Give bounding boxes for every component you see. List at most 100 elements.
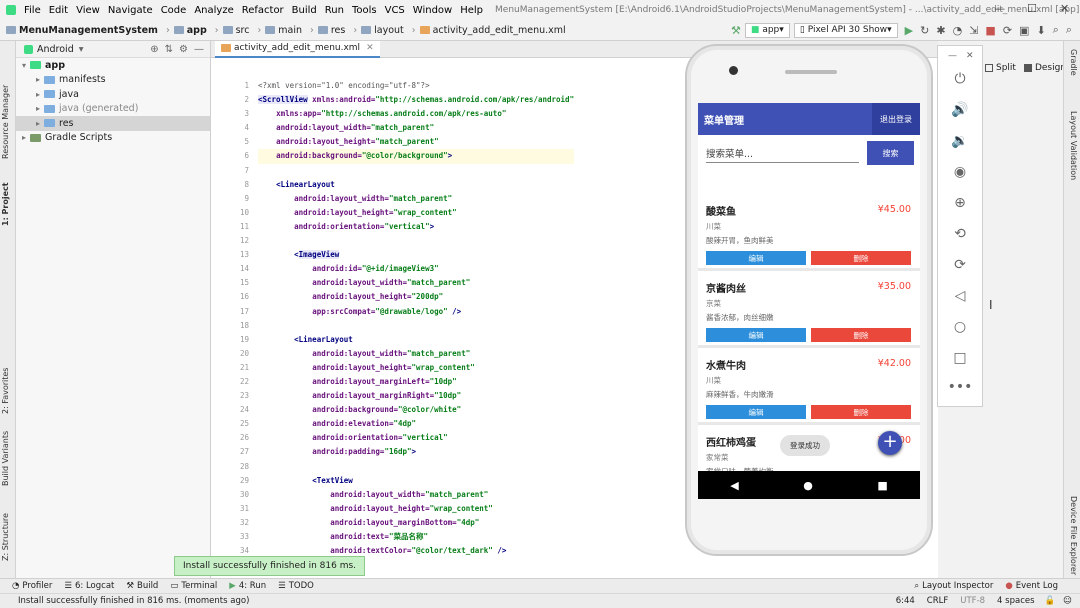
run-icon[interactable]: ▶ <box>905 24 913 37</box>
tree-item[interactable]: ▸ res <box>16 116 210 131</box>
emulator-minimize-icon[interactable]: — <box>948 51 957 61</box>
avd-manager-icon[interactable]: ▣ <box>1019 24 1029 37</box>
install-notification[interactable]: Install successfully finished in 816 ms. <box>174 556 366 576</box>
device-select[interactable]: ▯ Pixel API 30 Show ▾ <box>793 22 898 38</box>
menu-help[interactable]: Help <box>456 5 487 16</box>
expand-arrow-icon[interactable]: ▸ <box>36 104 40 113</box>
search-button[interactable]: 搜索 <box>867 141 914 165</box>
indent-setting[interactable]: 4 spaces <box>997 596 1034 606</box>
run-config-select[interactable]: ■ app ▾ <box>744 22 790 38</box>
back-icon[interactable]: ◀ <box>730 479 738 492</box>
build-tab[interactable]: ⚒ Build <box>126 581 158 591</box>
layout-inspector-tab[interactable]: ⌕ Layout Inspector <box>914 581 993 591</box>
hammer-icon[interactable]: ⚒ <box>731 24 741 37</box>
layout-inspector-icon[interactable]: ⌕ <box>1053 23 1059 37</box>
device-file-explorer-tab[interactable]: Device File Explorer <box>1069 496 1078 575</box>
breadcrumb-project[interactable]: MenuManagementSystem <box>6 25 158 36</box>
menu-window[interactable]: Window <box>409 5 456 16</box>
search-icon[interactable]: ⌕ <box>1066 23 1072 37</box>
debug-icon[interactable]: ✱ <box>936 24 945 37</box>
line-separator[interactable]: CRLF <box>927 596 948 606</box>
status-message[interactable]: Install successfully finished in 816 ms.… <box>18 596 249 606</box>
home-icon[interactable]: ● <box>803 479 813 492</box>
expand-arrow-icon[interactable]: ▸ <box>36 90 40 99</box>
breadcrumb-file[interactable]: activity_add_edit_menu.xml <box>419 25 566 36</box>
close-icon[interactable]: ✕ <box>1060 2 1069 15</box>
profile-icon[interactable]: ◔ <box>953 24 963 37</box>
zoom-icon[interactable]: ⊕ <box>938 195 982 211</box>
menu-build[interactable]: Build <box>288 5 321 16</box>
split-view-button[interactable]: Split <box>996 63 1016 73</box>
sync-icon[interactable]: ⟳ <box>1003 24 1012 37</box>
volume-down-icon[interactable]: 🔉 <box>938 133 982 149</box>
gradle-tab[interactable]: Gradle <box>1069 49 1078 76</box>
todo-tab[interactable]: ☰ TODO <box>278 581 314 591</box>
volume-up-icon[interactable]: 🔊 <box>938 102 982 118</box>
edit-dish-button[interactable]: 编辑 <box>706 328 806 342</box>
cursor-position[interactable]: 6:44 <box>896 596 915 606</box>
menu-file[interactable]: File <box>20 5 45 16</box>
screenshot-camera-icon[interactable]: ◉ <box>938 164 982 180</box>
logout-button[interactable]: 退出登录 <box>872 103 920 135</box>
minimize-icon[interactable]: — <box>994 2 1005 15</box>
apply-changes-icon[interactable]: ↻ <box>920 24 929 37</box>
breadcrumb-app[interactable]: app <box>173 25 207 36</box>
collapse-all-icon[interactable]: ⊕ <box>150 44 158 55</box>
sdk-manager-icon[interactable]: ⬇ <box>1036 24 1045 37</box>
power-icon[interactable]: ⏻ <box>938 71 982 87</box>
editor-tab-activity-xml[interactable]: activity_add_edit_menu.xml ✕ <box>215 40 380 58</box>
delete-dish-button[interactable]: 删除 <box>811 328 911 342</box>
expand-arrow-icon[interactable]: ▸ <box>36 75 40 84</box>
attach-debugger-icon[interactable]: ⇲ <box>969 24 978 37</box>
project-tab[interactable]: 1: Project <box>1 182 10 226</box>
breadcrumb-main[interactable]: main <box>265 25 302 36</box>
structure-tab[interactable]: Z: Structure <box>1 513 10 561</box>
rotate-right-icon[interactable]: ⟳ <box>938 257 982 273</box>
delete-dish-button[interactable]: 删除 <box>811 251 911 265</box>
hide-panel-icon[interactable]: — <box>194 44 204 55</box>
expand-arrow-icon[interactable]: ▸ <box>22 133 26 142</box>
breadcrumb-res[interactable]: res <box>317 25 345 36</box>
breadcrumb-layout[interactable]: layout <box>361 25 404 36</box>
build-variants-tab[interactable]: Build Variants <box>1 431 10 486</box>
event-log-tab[interactable]: ● Event Log <box>1005 581 1058 591</box>
rotate-left-icon[interactable]: ⟲ <box>938 226 982 242</box>
tree-item[interactable]: ▸ Gradle Scripts <box>16 131 210 146</box>
expand-arrow-icon[interactable]: ▸ <box>36 119 40 128</box>
stop-icon[interactable]: ■ <box>985 24 995 37</box>
edit-dish-button[interactable]: 编辑 <box>706 405 806 419</box>
close-tab-icon[interactable]: ✕ <box>366 43 374 53</box>
menu-view[interactable]: View <box>72 5 104 16</box>
design-view-button[interactable]: Design <box>1035 63 1066 73</box>
tree-item[interactable]: ▸ java (generated) <box>16 102 210 117</box>
file-encoding[interactable]: UTF-8 <box>960 596 985 606</box>
emulator-overview-icon[interactable]: □ <box>938 350 982 366</box>
profiler-tab[interactable]: ◔ Profiler <box>12 581 52 591</box>
tree-item[interactable]: ▾ app <box>16 58 210 73</box>
lock-icon[interactable]: 🔓 <box>1045 596 1056 606</box>
terminal-tab[interactable]: ▭ Terminal <box>170 581 217 591</box>
code-area[interactable]: <?xml version="1.0" encoding="utf-8"?> <S… <box>258 79 575 558</box>
menu-run[interactable]: Run <box>321 5 348 16</box>
tree-item[interactable]: ▸ manifests <box>16 73 210 88</box>
run-tab[interactable]: ▶ 4: Run <box>229 581 266 591</box>
menu-navigate[interactable]: Navigate <box>104 5 157 16</box>
recents-icon[interactable]: ■ <box>877 479 887 492</box>
logcat-tab[interactable]: ☰ 6: Logcat <box>64 581 114 591</box>
menu-edit[interactable]: Edit <box>45 5 72 16</box>
emulator-back-icon[interactable]: ◁ <box>938 288 982 304</box>
menu-code[interactable]: Code <box>157 5 191 16</box>
menu-vcs[interactable]: VCS <box>381 5 409 16</box>
add-dish-fab[interactable]: + <box>878 431 902 455</box>
project-view-select[interactable]: Android <box>37 44 74 55</box>
menu-analyze[interactable]: Analyze <box>190 5 237 16</box>
maximize-icon[interactable]: ☐ <box>1027 2 1037 15</box>
emulator-home-icon[interactable]: ○ <box>938 319 982 335</box>
resource-manager-tab[interactable]: Resource Manager <box>1 85 10 159</box>
edit-dish-button[interactable]: 编辑 <box>706 251 806 265</box>
favorites-tab[interactable]: 2: Favorites <box>1 368 10 414</box>
emulator-close-icon[interactable]: ✕ <box>966 51 974 61</box>
search-input[interactable]: 搜索菜单... <box>706 143 859 163</box>
more-options-icon[interactable]: ••• <box>938 379 982 395</box>
menu-refactor[interactable]: Refactor <box>238 5 288 16</box>
